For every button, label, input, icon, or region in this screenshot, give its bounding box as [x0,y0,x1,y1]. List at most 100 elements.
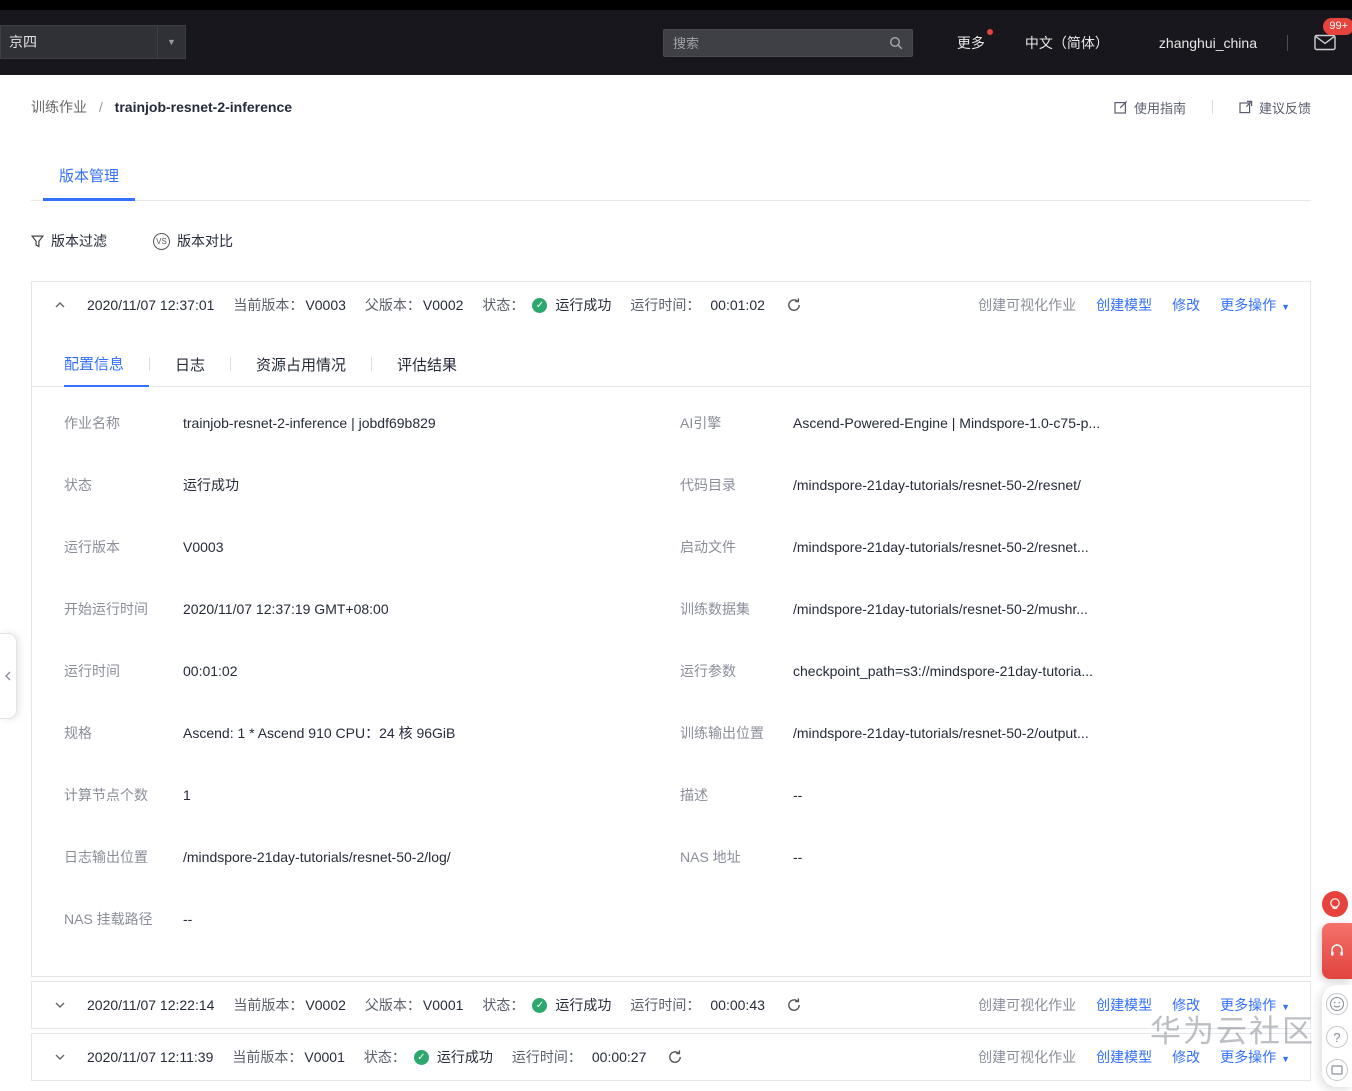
feedback-smiley-button[interactable] [1326,993,1348,1015]
region-label: 京四 [9,34,37,50]
version-filter-button[interactable]: 版本过滤 [31,231,107,251]
tab-version-management[interactable]: 版本管理 [43,157,136,201]
global-search[interactable] [663,29,913,57]
current-version-label: 当前版本： [233,297,304,313]
expand-chevron-icon[interactable] [52,999,68,1011]
version-filter-label: 版本过滤 [51,233,107,249]
field-value: 1 [183,787,191,803]
modify-link[interactable]: 修改 [1172,295,1200,315]
version-timestamp: 2020/11/07 12:37:01 [87,297,215,313]
current-version-label: 当前版本： [233,997,304,1013]
version-actions: 创建可视化作业 创建模型 修改 更多操作 ▼ [978,295,1290,315]
field-label: 训练数据集 [680,601,750,617]
field-label: 运行时间 [64,663,120,679]
feedback-link[interactable]: 建议反馈 [1239,98,1311,117]
version-panel-v0002: 2020/11/07 12:22:14 当前版本： V0002 父版本： V00… [31,981,1311,1029]
tab-evaluation-result[interactable]: 评估结果 [372,343,482,386]
expand-chevron-icon[interactable] [52,1051,68,1063]
field-job-name: 作业名称 trainjob-resnet-2-inference | jobdf… [64,392,680,454]
field-label: 作业名称 [64,415,120,431]
tab-resource-usage[interactable]: 资源占用情况 [231,343,371,386]
field-label: 计算节点个数 [64,787,148,803]
field-label: 代码目录 [680,477,736,493]
breadcrumb: 训练作业 / trainjob-resnet-2-inference [31,97,292,117]
filter-funnel-icon [31,235,44,248]
field-label: NAS 挂载路径 [64,911,153,927]
breadcrumb-parent[interactable]: 训练作业 [31,99,87,115]
field-label: AI引擎 [680,415,722,431]
field-value: Ascend-Powered-Engine | Mindspore-1.0-c7… [793,415,1101,431]
app-header: 京四 ▼ 更多 中文（简体） zhanghui_china 99+ [0,10,1352,75]
modify-link[interactable]: 修改 [1172,995,1200,1015]
create-visualization-link[interactable]: 创建可视化作业 [978,1047,1076,1067]
config-detail-grid: 作业名称 trainjob-resnet-2-inference | jobdf… [32,387,1310,976]
more-actions-link[interactable]: 更多操作 ▼ [1220,995,1290,1015]
more-actions-link[interactable]: 更多操作 ▼ [1220,295,1290,315]
helper-pill: ? [1322,985,1352,1087]
field-label: 规格 [64,725,92,741]
tab-config-info[interactable]: 配置信息 [64,342,150,387]
more-actions-label: 更多操作 [1220,997,1277,1013]
collapse-chevron-icon[interactable] [52,299,68,311]
field-runtime: 运行时间 00:01:02 [64,640,680,702]
current-version-value: V0001 [304,1049,345,1065]
status-group: 状态： ✓ 运行成功 [482,295,611,315]
version-header-v0001[interactable]: 2020/11/07 12:11:39 当前版本： V0001 状态： ✓ 运行… [32,1034,1310,1080]
runtime-label: 运行时间： [630,297,701,313]
refresh-icon[interactable] [786,997,802,1013]
runtime-value: 00:01:02 [710,297,765,313]
customer-service-button[interactable] [1322,923,1352,979]
parent-version-value: V0002 [422,297,464,313]
refresh-icon[interactable] [667,1049,683,1065]
chevron-left-icon [3,670,13,682]
more-tools-button[interactable] [1326,1059,1348,1081]
vs-icon: VS [153,232,170,250]
create-visualization-link[interactable]: 创建可视化作业 [978,995,1076,1015]
runtime-group: 运行时间： 00:00:27 [512,1047,647,1067]
create-model-link[interactable]: 创建模型 [1096,995,1152,1015]
version-header-v0002[interactable]: 2020/11/07 12:22:14 当前版本： V0002 父版本： V00… [32,982,1310,1028]
field-label: NAS 地址 [680,849,741,865]
toolbar: 版本过滤 VS 版本对比 [31,231,1311,251]
field-label: 开始运行时间 [64,601,148,617]
breadcrumb-current: trainjob-resnet-2-inference [114,99,293,115]
search-input[interactable] [673,35,889,51]
refresh-icon[interactable] [786,297,802,313]
guide-link[interactable]: 使用指南 [1114,98,1186,117]
field-description: 描述 -- [680,764,1290,826]
success-icon: ✓ [413,1049,429,1065]
version-timestamp: 2020/11/07 12:11:39 [87,1049,214,1065]
create-model-link[interactable]: 创建模型 [1096,1047,1152,1067]
search-icon[interactable] [889,36,903,50]
runtime-value: 00:00:27 [591,1049,647,1065]
create-model-link[interactable]: 创建模型 [1096,295,1152,315]
language-selector[interactable]: 中文（简体） [1025,33,1109,53]
sidebar-expand-handle[interactable] [0,633,17,719]
parent-version-label: 父版本： [364,997,421,1013]
region-selector[interactable]: 京四 ▼ [0,25,186,59]
username-menu[interactable]: zhanghui_china [1159,35,1257,51]
assistant-icon[interactable] [1322,891,1348,917]
create-visualization-link[interactable]: 创建可视化作业 [978,295,1076,315]
parent-version: 父版本： V0002 [365,295,463,315]
field-ai-engine: AI引擎 Ascend-Powered-Engine | Mindspore-1… [680,392,1290,454]
modify-link[interactable]: 修改 [1172,1047,1200,1067]
more-menu[interactable]: 更多 [957,28,993,53]
detail-column-left: 作业名称 trainjob-resnet-2-inference | jobdf… [64,392,680,950]
version-compare-button[interactable]: VS 版本对比 [153,231,233,251]
version-header-v0003[interactable]: 2020/11/07 12:37:01 当前版本： V0003 父版本： V00… [32,282,1310,328]
mail-icon[interactable]: 99+ [1314,18,1352,51]
field-node-count: 计算节点个数 1 [64,764,680,826]
help-question-button[interactable]: ? [1326,1026,1348,1048]
status-label: 状态： [482,997,525,1013]
more-actions-link[interactable]: 更多操作 ▼ [1220,1047,1290,1067]
field-nas-address: NAS 地址 -- [680,826,1290,888]
divider [1287,34,1288,51]
runtime-label: 运行时间： [630,997,701,1013]
tab-logs[interactable]: 日志 [150,343,230,386]
field-dataset: 训练数据集 /mindspore-21day-tutorials/resnet-… [680,578,1290,640]
more-actions-label: 更多操作 [1220,1049,1277,1065]
parent-version: 父版本： V0001 [365,995,463,1015]
header-right-group: 更多 中文（简体） zhanghui_china 99+ [957,10,1352,75]
success-icon: ✓ [532,297,548,313]
